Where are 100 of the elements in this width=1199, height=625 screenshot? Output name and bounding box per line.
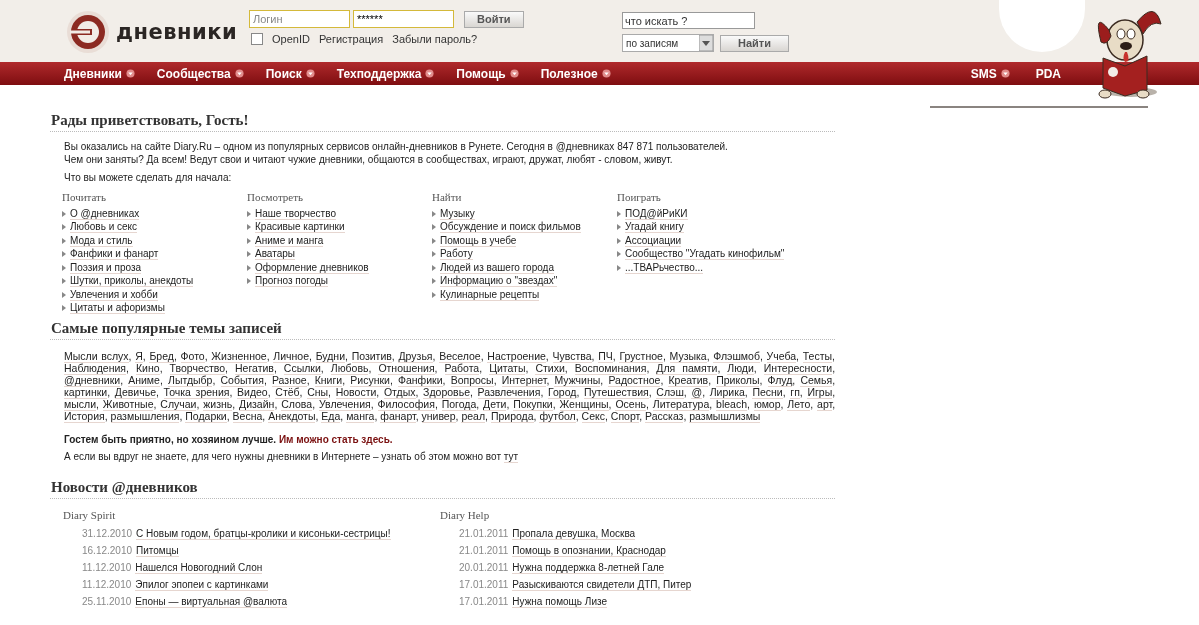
topic-tag-link[interactable]: Слэш — [656, 386, 684, 399]
news-link[interactable]: Пропала девушка, Москва — [512, 527, 636, 540]
nav-menu-item[interactable]: PDA — [1035, 66, 1061, 81]
category-link[interactable]: Аватары — [255, 248, 295, 261]
category-link[interactable]: Цитаты и афоризмы — [70, 302, 165, 315]
topic-tag-link[interactable]: универ — [421, 410, 456, 423]
category-link[interactable]: Музыку — [440, 207, 475, 220]
topic-tag-link[interactable]: Стихи — [535, 362, 565, 375]
category-link[interactable]: Информацию о "звездах" — [440, 275, 558, 288]
topic-tag-link[interactable]: Я — [135, 350, 143, 363]
header-link[interactable]: Регистрация — [318, 33, 384, 45]
nav-menu-item[interactable]: SMS — [970, 66, 1010, 81]
topic-tag-link[interactable]: Отдых — [383, 386, 416, 399]
topic-tag-link[interactable]: Мысли вслух — [64, 350, 129, 363]
help-link[interactable]: тут — [503, 451, 519, 463]
topic-tag-link[interactable]: Ссылки — [283, 362, 321, 375]
search-field[interactable]: что искать ? — [622, 12, 755, 29]
category-link[interactable]: Оформление дневников — [255, 261, 369, 274]
register-link[interactable]: Им можно стать здесь. — [278, 434, 393, 445]
topic-tag-link[interactable]: фанарт — [380, 410, 416, 423]
topic-tag-link[interactable]: Фото — [180, 350, 205, 363]
topic-tag-link[interactable]: Песни — [752, 386, 783, 399]
category-link[interactable]: Красивые картинки — [255, 221, 345, 234]
news-link[interactable]: Эпилог эпопеи с картинками — [135, 578, 269, 591]
topic-tag-link[interactable]: юмор — [753, 398, 781, 411]
topic-tag-link[interactable]: Тесты — [802, 350, 832, 363]
nav-menu-item[interactable]: Помощь — [456, 66, 519, 81]
topic-tag-link[interactable]: Веселое — [439, 350, 481, 363]
news-link[interactable]: Епоны — виртуальная @валюта — [135, 595, 287, 608]
news-link[interactable]: Питомцы — [136, 544, 179, 557]
category-link[interactable]: Угадай книгу — [625, 221, 684, 234]
nav-menu-item[interactable]: Поиск — [265, 66, 315, 81]
category-link[interactable]: Шутки, приколы, анекдоты — [70, 275, 194, 288]
topic-tag-link[interactable]: гп — [790, 386, 800, 399]
topic-tag-link[interactable]: Вопросы — [450, 374, 494, 387]
news-link[interactable]: Нужна поддержка 8-летней Гале — [512, 561, 665, 574]
category-link[interactable]: Сообщество "Угадать кинофильм" — [625, 248, 785, 261]
openid-label[interactable]: OpenID — [272, 33, 310, 45]
topic-tag-link[interactable]: Видео — [237, 386, 268, 399]
topic-tag-link[interactable]: Женщины — [559, 398, 609, 411]
category-link[interactable]: Людей из вашего города — [440, 261, 554, 274]
topic-tag-link[interactable]: Позитив — [351, 350, 392, 363]
topic-tag-link[interactable]: Увлечения — [319, 398, 371, 411]
topic-tag-link[interactable]: Стёб — [275, 386, 300, 399]
topic-tag-link[interactable]: Разное — [271, 374, 307, 387]
category-link[interactable]: Прогноз погоды — [255, 275, 329, 288]
topic-tag-link[interactable]: Осень — [615, 398, 646, 411]
nav-menu-item[interactable]: Дневники — [64, 66, 135, 81]
topic-tag-link[interactable]: @ — [691, 386, 703, 399]
login-field[interactable]: Логин — [249, 10, 350, 28]
topic-tag-link[interactable]: Рисунки — [350, 374, 390, 387]
topic-tag-link[interactable]: Флэшмоб — [713, 350, 760, 363]
news-link[interactable]: Нужна помощь Лизе — [512, 595, 607, 608]
category-link[interactable]: Работу — [440, 248, 473, 261]
category-link[interactable]: Любовь и секс — [70, 221, 138, 234]
topic-tag-link[interactable]: История — [64, 410, 105, 423]
topic-tag-link[interactable]: Будни — [315, 350, 345, 363]
password-field[interactable]: ****** — [353, 10, 454, 28]
news-link[interactable]: Разыскиваются свидетели ДТП, Питер — [512, 578, 692, 591]
news-link[interactable]: С Новым годом, братцы-кролики и кисоньки-сестрицы! — [136, 527, 391, 540]
topic-tag-link[interactable]: Музыка — [669, 350, 707, 363]
topic-tag-link[interactable]: Покупки — [513, 398, 553, 411]
category-link[interactable]: Кулинарные рецепты — [440, 288, 540, 301]
category-link[interactable]: О @дневниках — [70, 207, 140, 220]
category-link[interactable]: Помощь в учебе — [440, 234, 517, 247]
category-link[interactable]: Обсуждение и поиск фильмов — [440, 221, 581, 234]
topic-tag-link[interactable]: Негатив — [235, 362, 274, 375]
category-link[interactable]: ...ТВАРьчество... — [625, 261, 704, 274]
topic-tag-link[interactable]: События — [220, 374, 264, 387]
topic-tag-link[interactable]: Аниме — [128, 374, 160, 387]
topic-tag-link[interactable]: мысли — [64, 398, 96, 411]
category-link[interactable]: Аниме и манга — [255, 234, 324, 247]
category-link[interactable]: Увлечения и хобби — [70, 288, 158, 301]
topic-tag-link[interactable]: Отношения — [378, 362, 435, 375]
topic-tag-link[interactable]: Друзья — [398, 350, 433, 363]
topic-tag-link[interactable]: Лирика — [709, 386, 745, 399]
topic-tag-link[interactable]: Чувства — [552, 350, 592, 363]
topic-tag-link[interactable]: Жизненное — [211, 350, 267, 363]
topic-tag-link[interactable]: футбол — [539, 410, 576, 423]
nav-menu-item[interactable]: Полезное — [540, 66, 611, 81]
category-link[interactable]: ПОД@йРиКИ — [625, 207, 688, 220]
topic-tag-link[interactable]: Настроение — [487, 350, 546, 363]
topic-tag-link[interactable]: Секс — [581, 410, 605, 423]
nav-menu-item[interactable]: Сообщества — [156, 66, 244, 81]
logo-text[interactable]: дневники — [116, 20, 238, 44]
topic-tag-link[interactable]: Люди — [727, 362, 754, 375]
search-button[interactable]: Найти — [720, 34, 789, 52]
topic-tag-link[interactable]: Грустное — [619, 350, 663, 363]
news-link[interactable]: Нашелся Новогодний Слон — [135, 561, 263, 574]
header-link[interactable]: Забыли пароль? — [392, 33, 478, 45]
topic-tag-link[interactable]: Бред — [149, 350, 174, 363]
scope-select[interactable]: по записям — [622, 34, 714, 52]
category-link[interactable]: Фанфики и фанарт — [70, 248, 159, 261]
news-link[interactable]: Помощь в опознании, Краснодар — [512, 544, 666, 557]
topic-tag-link[interactable]: Личное — [273, 350, 309, 363]
topic-tag-link[interactable]: Природа — [490, 410, 534, 423]
topic-tag-link[interactable]: размышлизмы — [689, 410, 761, 423]
topic-tag-link[interactable]: Девичье — [114, 386, 156, 399]
login-button[interactable]: Войти — [464, 10, 524, 28]
category-link[interactable]: Наше творчество — [255, 207, 336, 220]
